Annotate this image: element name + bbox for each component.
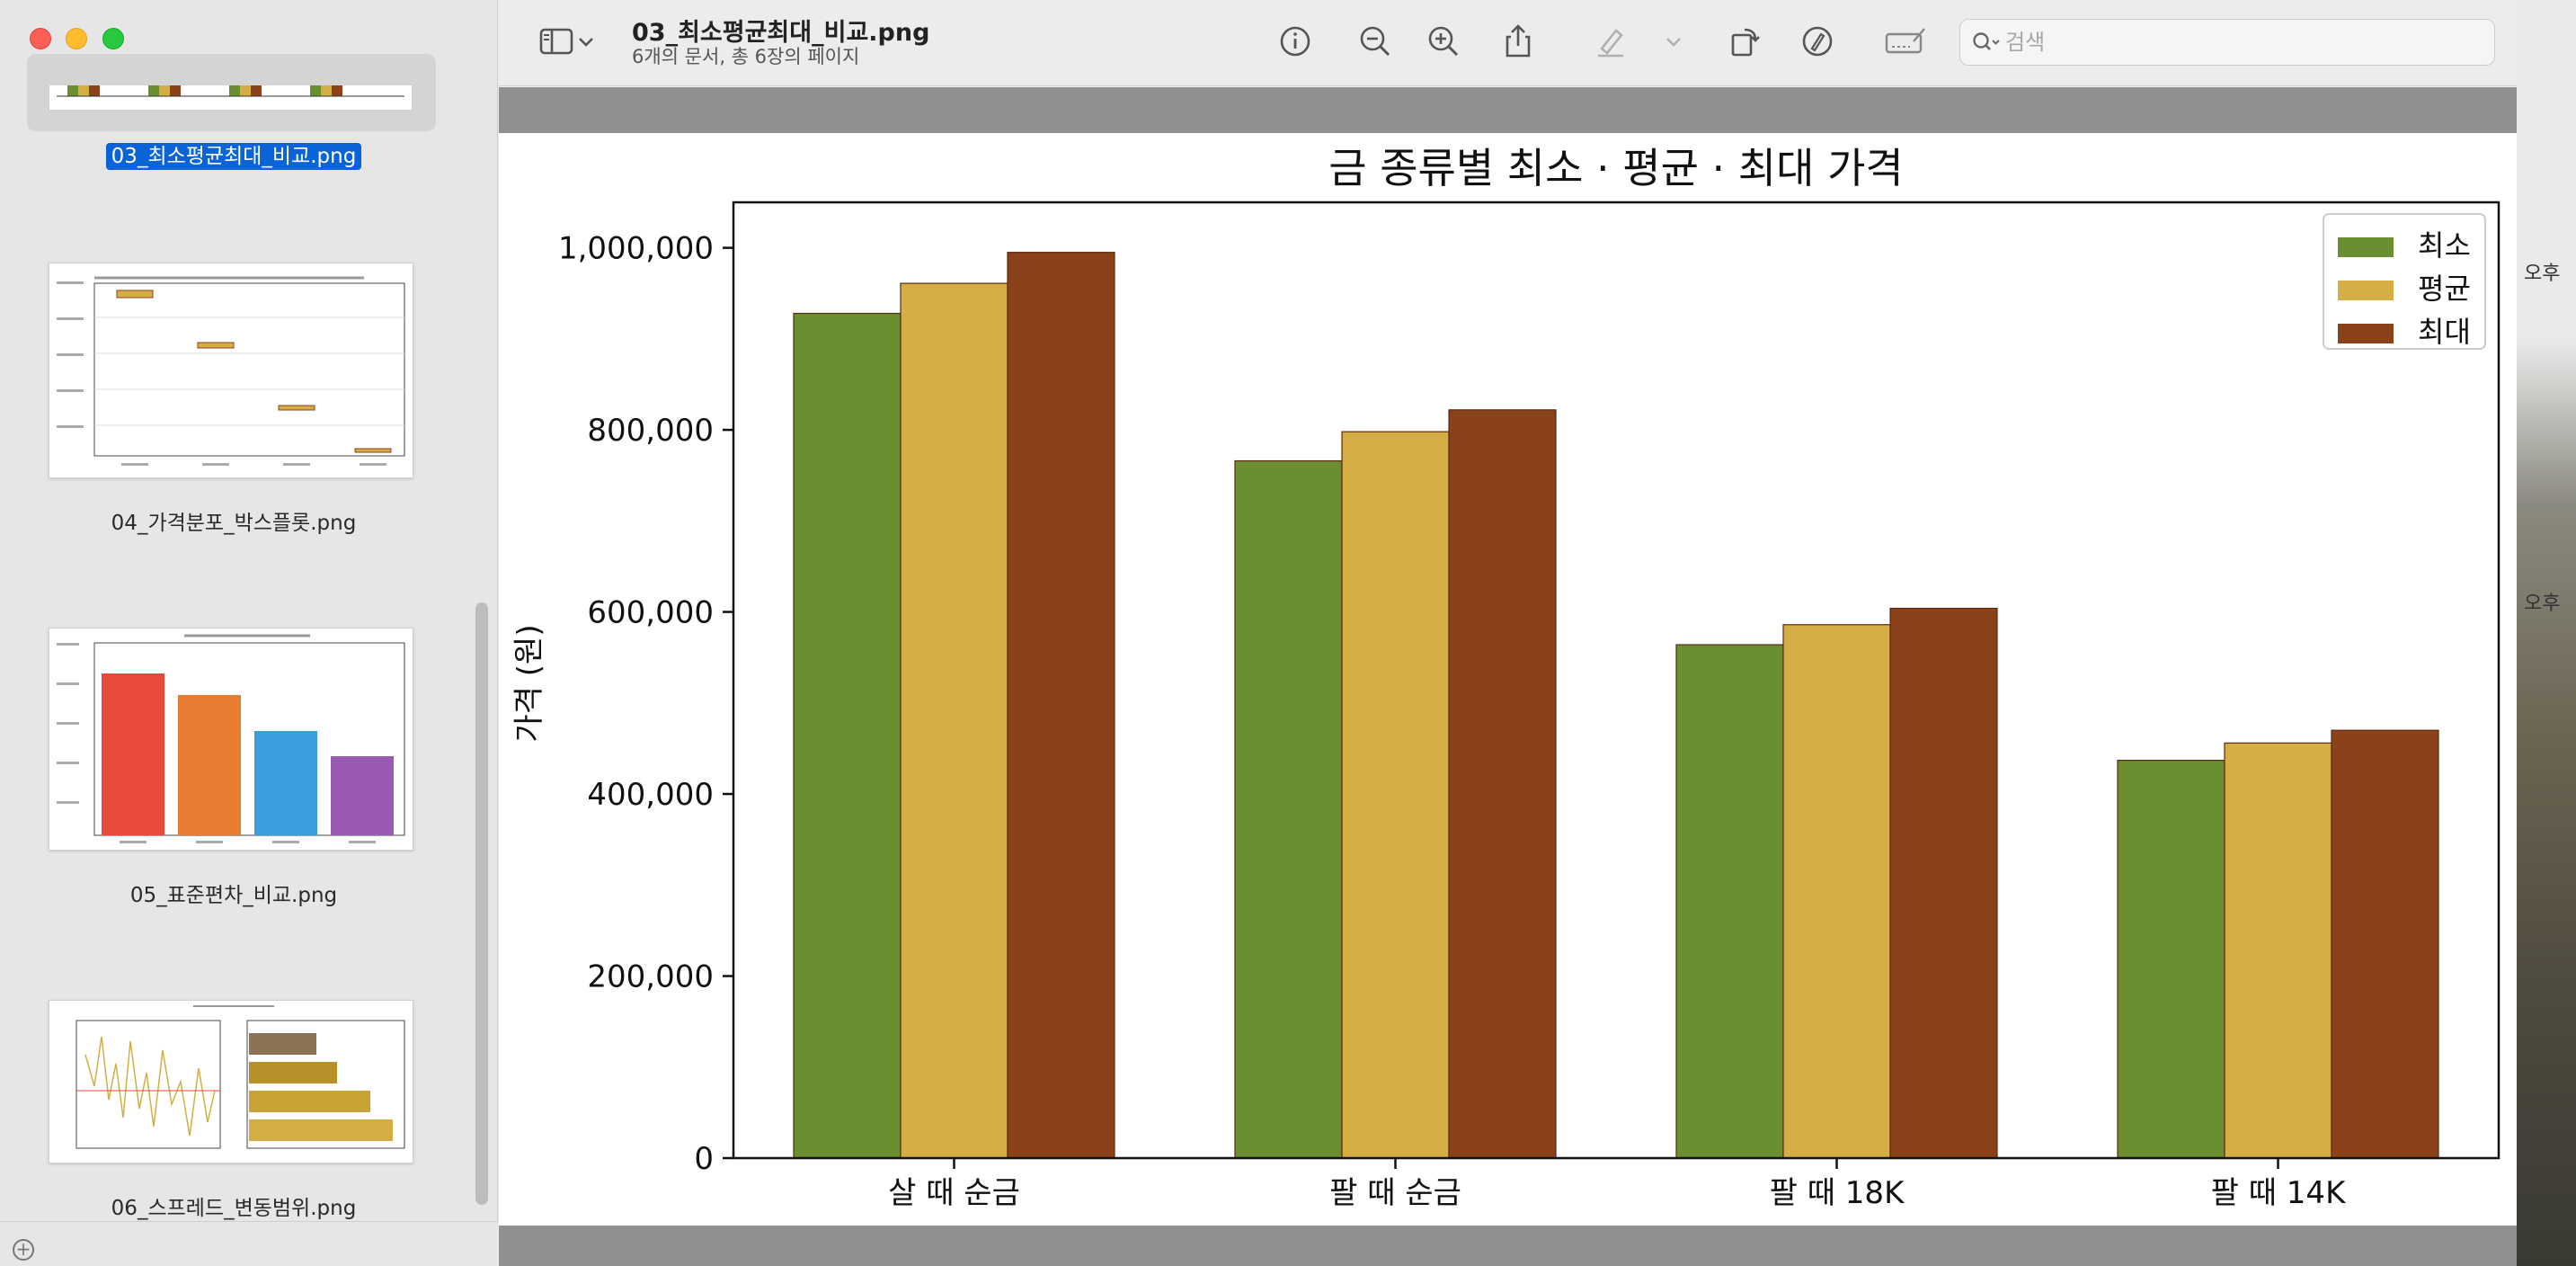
- bar-평균-2: [1782, 624, 1891, 1159]
- chart-title: 금 종류별 최소 · 평균 · 최대 가격: [1328, 144, 1903, 192]
- legend-swatch-평균: [2338, 281, 2394, 300]
- desktop-time-label: 오후: [2524, 263, 2561, 285]
- desktop-background: [2517, 0, 2576, 1266]
- x-tick-label: 팔 때 14K: [2211, 1175, 2347, 1211]
- sidebar-toggle-icon[interactable]: [537, 22, 577, 61]
- legend-swatch-최대: [2338, 324, 2394, 343]
- search-field[interactable]: [1959, 19, 2495, 66]
- chevron-down-icon[interactable]: [1663, 22, 1684, 61]
- legend-label: 최대: [2418, 315, 2471, 349]
- zoom-out-icon[interactable]: [1355, 22, 1395, 61]
- bar-평균-3: [2224, 742, 2332, 1159]
- bar-최소-2: [1675, 644, 1784, 1159]
- close-window-button[interactable]: [30, 28, 51, 49]
- y-axis-label: 가격 (원): [511, 624, 547, 742]
- y-tick-label: 0: [694, 1141, 714, 1177]
- sidebar-item-label[interactable]: 06_스프레드_변동범위.png: [0, 1190, 467, 1221]
- bar-최대-3: [2331, 729, 2439, 1159]
- legend-swatch-최소: [2338, 237, 2394, 257]
- bar-chart: 금 종류별 최소 · 평균 · 최대 가격 가격 (원) 살 때 순금 팔 때 순…: [511, 144, 2500, 1211]
- info-icon[interactable]: [1275, 22, 1315, 61]
- preview-window: 03_최소평균최대_비교.png 04_가격분포_박스플롯.png 05_표준편…: [0, 0, 2517, 1266]
- bar-최대-1: [1448, 409, 1557, 1159]
- y-tick-label: 1,000,000: [558, 231, 714, 267]
- y-tick-label: 800,000: [587, 413, 714, 449]
- sidebar-item-label[interactable]: 05_표준편차_비교.png: [0, 878, 467, 908]
- y-tick-label: 200,000: [587, 959, 714, 995]
- legend-label: 최소: [2418, 228, 2471, 263]
- chevron-down-icon[interactable]: [575, 22, 597, 61]
- sidebar-item-label[interactable]: 03_최소평균최대_비교.png: [0, 138, 467, 170]
- sidebar-footer: [0, 1221, 498, 1266]
- signature-icon[interactable]: [1883, 22, 1928, 61]
- sidebar-scrollbar[interactable]: [475, 602, 488, 1205]
- bar-최소-3: [2117, 759, 2225, 1159]
- document-subtitle: 6개의 문서, 총 6장의 페이지: [632, 46, 860, 67]
- bar-평균-1: [1341, 431, 1450, 1159]
- sidebar-item-label[interactable]: 04_가격분포_박스플롯.png: [0, 505, 467, 536]
- thumbnail-03[interactable]: [49, 85, 413, 111]
- search-icon: [1973, 32, 2000, 50]
- zoom-in-icon[interactable]: [1424, 22, 1463, 61]
- bar-최소-1: [1234, 459, 1343, 1159]
- bar-최대-2: [1889, 607, 1998, 1159]
- highlight-icon[interactable]: [1591, 22, 1630, 61]
- legend: 최소평균최대: [2323, 213, 2486, 350]
- legend-label: 평균: [2418, 272, 2471, 306]
- y-tick-label: 600,000: [587, 595, 714, 631]
- thumbnail-06[interactable]: [49, 1000, 413, 1163]
- x-tick-label: 팔 때 18K: [1770, 1175, 1905, 1211]
- sidebar: 03_최소평균최대_비교.png 04_가격분포_박스플롯.png 05_표준편…: [0, 0, 498, 1266]
- maximize-window-button[interactable]: [102, 28, 124, 49]
- minimize-window-button[interactable]: [66, 28, 87, 49]
- image-page: 금 종류별 최소 · 평균 · 최대 가격 가격 (원) 살 때 순금 팔 때 순…: [499, 133, 2517, 1226]
- bar-최소-0: [793, 312, 902, 1159]
- desktop-time-label: 오후: [2524, 593, 2561, 615]
- thumbnail-04[interactable]: [49, 263, 413, 478]
- bar-최대-0: [1007, 252, 1115, 1159]
- share-icon[interactable]: [1498, 22, 1538, 61]
- add-page-button[interactable]: +: [13, 1239, 34, 1261]
- markup-icon[interactable]: [1798, 22, 1837, 61]
- search-input[interactable]: [2005, 27, 2473, 58]
- thumbnail-05[interactable]: [49, 628, 413, 851]
- y-tick-label: 400,000: [587, 777, 714, 813]
- rotate-icon[interactable]: [1725, 22, 1764, 61]
- bar-평균-0: [900, 282, 1008, 1159]
- x-tick-label: 살 때 순금: [888, 1175, 1020, 1211]
- x-tick-label: 팔 때 순금: [1329, 1175, 1461, 1211]
